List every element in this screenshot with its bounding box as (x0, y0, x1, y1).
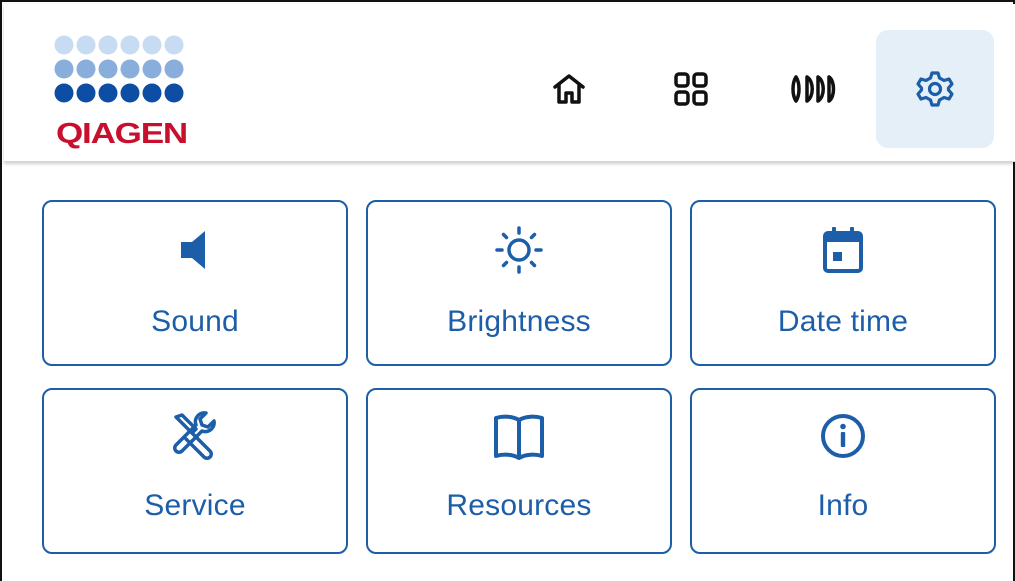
info-label: Info (817, 489, 869, 522)
nav-home-button[interactable] (510, 30, 628, 148)
info-tile[interactable]: Info (690, 388, 996, 554)
nav-settings-button[interactable] (876, 30, 994, 148)
qiagen-logo-mark: QIAGEN (54, 35, 188, 150)
nav-tubes-button[interactable] (754, 30, 872, 148)
app-window: QIAGEN Sound Brightness Date time Servic… (0, 0, 1015, 581)
calendar-icon (813, 220, 873, 280)
sound-label: Sound (151, 305, 239, 338)
home-icon (553, 74, 585, 104)
resources-tile[interactable]: Resources (366, 388, 672, 554)
service-label: Service (144, 489, 246, 522)
date-time-label: Date time (777, 305, 909, 338)
book-icon (489, 406, 549, 466)
info-icon (813, 406, 873, 466)
nav-apps-button[interactable] (632, 30, 750, 148)
date-time-tile[interactable]: Date time (690, 200, 996, 366)
tubes-icon (791, 75, 836, 103)
resources-label: Resources (446, 489, 592, 522)
brightness-tile[interactable]: Brightness (366, 200, 672, 366)
tools-icon (165, 406, 225, 466)
service-tile[interactable]: Service (42, 388, 348, 554)
top-header: QIAGEN (4, 4, 1015, 162)
sound-tile[interactable]: Sound (42, 200, 348, 366)
qiagen-wordmark: QIAGEN (56, 118, 187, 150)
qiagen-logo: QIAGEN (54, 35, 194, 155)
top-nav (506, 30, 994, 148)
gear-icon (916, 71, 954, 107)
brightness-label: Brightness (447, 305, 591, 338)
settings-grid: Sound Brightness Date time Service Resou… (42, 200, 996, 554)
grid-icon (674, 72, 708, 106)
brightness-icon (489, 220, 549, 280)
speaker-icon (165, 220, 225, 280)
